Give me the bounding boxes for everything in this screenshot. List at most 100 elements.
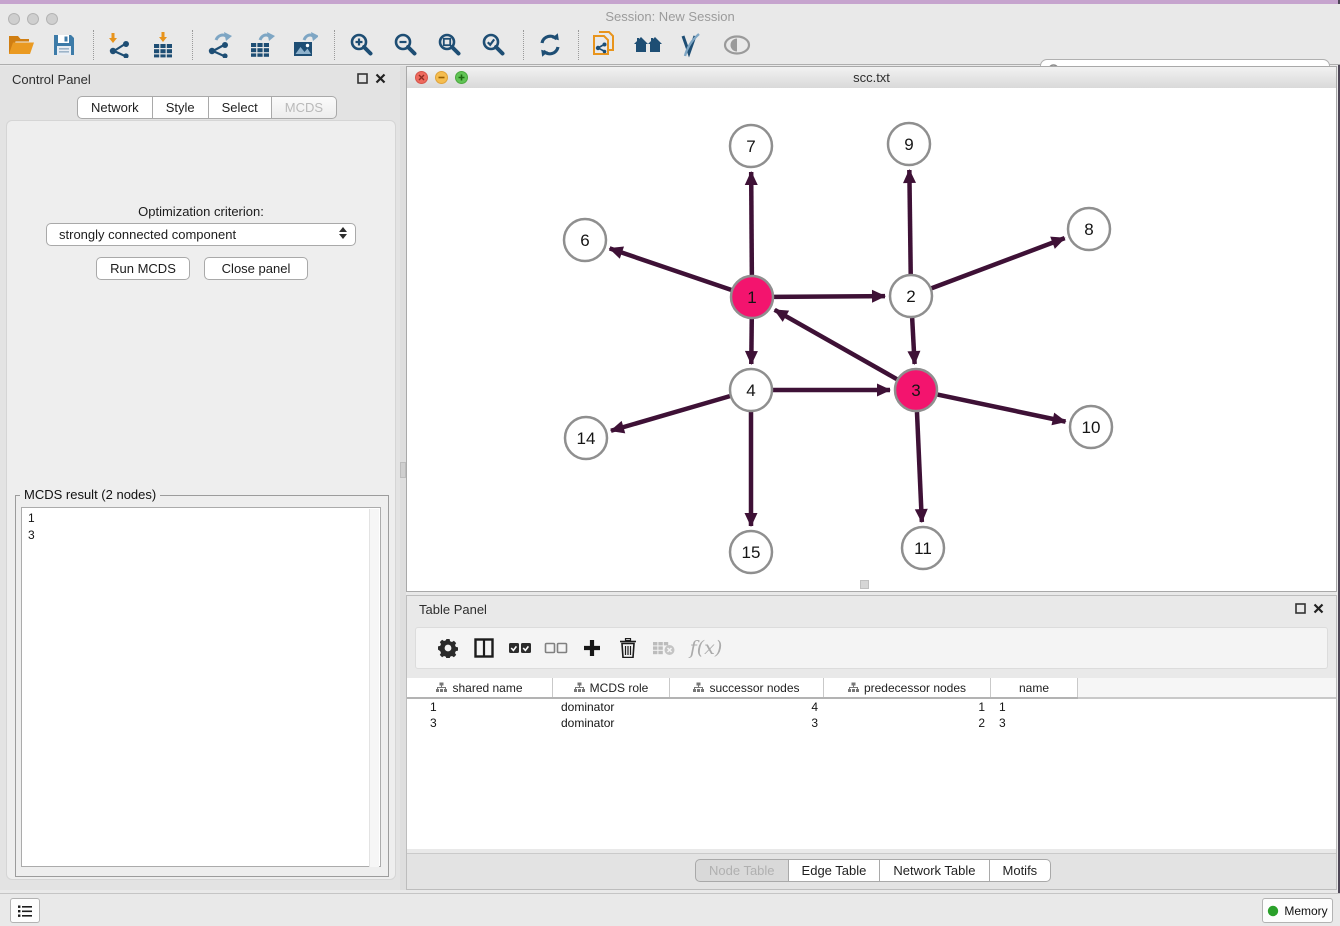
- column-header-name[interactable]: name: [991, 678, 1078, 697]
- show-columns-icon[interactable]: [466, 633, 502, 663]
- graph-node-label-6: 6: [580, 231, 589, 250]
- select-all-columns-icon[interactable]: [502, 633, 538, 663]
- cell-name[interactable]: 1: [991, 699, 1078, 715]
- application-window: Session: New Session: [0, 0, 1340, 926]
- graph-edge-4-14[interactable]: [611, 396, 730, 431]
- network-canvas[interactable]: 7968124314101511: [407, 88, 1336, 591]
- table-row[interactable]: 1 dominator 4 1 1: [407, 699, 1336, 715]
- cell-name[interactable]: 3: [991, 715, 1078, 731]
- tab-edge-table[interactable]: Edge Table: [789, 859, 881, 882]
- graph-node-label-8: 8: [1084, 220, 1093, 239]
- graph-edge-1-2[interactable]: [774, 296, 885, 297]
- criterion-select[interactable]: strongly connected component: [46, 223, 356, 246]
- graph-node-label-2: 2: [906, 287, 915, 306]
- zoom-in-icon[interactable]: [345, 27, 379, 63]
- tab-select[interactable]: Select: [209, 96, 272, 119]
- close-table-panel-icon[interactable]: [1313, 603, 1324, 614]
- cell-shared-name[interactable]: 3: [407, 715, 553, 731]
- function-builder-icon[interactable]: f(x): [682, 633, 730, 663]
- delete-column-icon[interactable]: [610, 633, 646, 663]
- table-row[interactable]: 3 dominator 3 2 3: [407, 715, 1336, 731]
- zoom-selected-icon[interactable]: [477, 27, 511, 63]
- network-documents-icon[interactable]: [587, 27, 621, 63]
- tab-network[interactable]: Network: [77, 96, 153, 119]
- cell-predecessor-nodes[interactable]: 1: [824, 699, 991, 715]
- graph-node-label-9: 9: [904, 135, 913, 154]
- result-line: 1: [28, 510, 380, 527]
- vizmap-icon[interactable]: [674, 27, 708, 63]
- graph-edge-1-7[interactable]: [751, 172, 752, 275]
- show-graphics-details-icon[interactable]: [720, 27, 754, 63]
- graph-edge-3-1[interactable]: [775, 310, 897, 379]
- graph-edge-3-10[interactable]: [938, 395, 1066, 422]
- graph-node-label-11: 11: [914, 539, 932, 558]
- column-header-successor-nodes[interactable]: successor nodes: [670, 678, 824, 697]
- tab-style[interactable]: Style: [153, 96, 209, 119]
- export-network-icon[interactable]: [202, 27, 236, 63]
- cell-successor-nodes[interactable]: 3: [670, 715, 824, 731]
- column-header-mcds-role[interactable]: MCDS role: [553, 678, 670, 697]
- table-panel: Table Panel: [406, 595, 1337, 890]
- graph-edge-2-8[interactable]: [932, 238, 1065, 288]
- graph-edge-2-9[interactable]: [909, 170, 910, 274]
- zoom-out-icon[interactable]: [389, 27, 423, 63]
- attribute-icon: [436, 682, 447, 693]
- network-window-titlebar[interactable]: scc.txt: [407, 67, 1336, 89]
- table-tab-strip: Node Table Edge Table Network Table Moti…: [407, 853, 1336, 889]
- graph-node-label-14: 14: [577, 429, 596, 448]
- tab-motifs[interactable]: Motifs: [990, 859, 1052, 882]
- run-mcds-button[interactable]: Run MCDS: [96, 257, 190, 280]
- close-panel-button[interactable]: Close panel: [204, 257, 308, 280]
- cyndex-houses-icon[interactable]: [632, 27, 666, 63]
- table-settings-gear-icon[interactable]: [430, 633, 466, 663]
- tab-mcds[interactable]: MCDS: [272, 96, 337, 119]
- network-scrollbar-grip[interactable]: [860, 580, 869, 589]
- cell-successor-nodes[interactable]: 4: [670, 699, 824, 715]
- column-header-predecessor-nodes[interactable]: predecessor nodes: [824, 678, 991, 697]
- float-panel-icon[interactable]: [357, 73, 368, 84]
- open-session-icon[interactable]: [4, 27, 38, 63]
- mcds-result-textarea[interactable]: 1 3: [21, 507, 381, 867]
- cell-mcds-role[interactable]: dominator: [553, 699, 670, 715]
- memory-label: Memory: [1284, 904, 1327, 918]
- save-session-icon[interactable]: [47, 27, 81, 63]
- tab-node-table[interactable]: Node Table: [695, 859, 789, 882]
- export-image-icon[interactable]: [287, 27, 321, 63]
- toolbar-separator: [192, 30, 193, 60]
- cell-predecessor-nodes[interactable]: 2: [824, 715, 991, 731]
- graph-node-label-15: 15: [742, 543, 761, 562]
- network-view-window: scc.txt 7968124314101511: [406, 66, 1337, 592]
- unselect-all-columns-icon[interactable]: [538, 633, 574, 663]
- toolbar-separator: [334, 30, 335, 60]
- close-panel-icon[interactable]: [375, 73, 386, 84]
- import-table-icon[interactable]: [146, 27, 180, 63]
- tab-network-table[interactable]: Network Table: [880, 859, 989, 882]
- float-table-panel-icon[interactable]: [1295, 603, 1306, 614]
- task-history-button[interactable]: [10, 898, 40, 923]
- column-header-shared-name[interactable]: shared name: [407, 678, 553, 697]
- criterion-value: strongly connected component: [59, 227, 236, 242]
- graph-edge-2-3[interactable]: [912, 318, 914, 364]
- mcds-panel-body: Optimization criterion: strongly connect…: [6, 120, 396, 880]
- result-line: 3: [28, 527, 380, 544]
- export-table-icon[interactable]: [244, 27, 278, 63]
- cell-shared-name[interactable]: 1: [407, 699, 553, 715]
- mcds-result-title: MCDS result (2 nodes): [20, 487, 160, 502]
- select-stepper-icon: [339, 227, 347, 239]
- graph-node-label-4: 4: [746, 381, 755, 400]
- zoom-fit-icon[interactable]: [433, 27, 467, 63]
- network-graph: 7968124314101511: [407, 88, 1336, 591]
- add-column-icon[interactable]: [574, 633, 610, 663]
- delete-table-icon[interactable]: [646, 633, 682, 663]
- graph-edge-1-6[interactable]: [610, 248, 732, 289]
- os-titlebar[interactable]: Session: New Session: [0, 4, 1340, 26]
- import-network-icon[interactable]: [102, 27, 136, 63]
- memory-button[interactable]: Memory: [1262, 898, 1333, 923]
- apply-layout-icon[interactable]: [533, 27, 567, 63]
- status-bar: Memory: [0, 893, 1340, 926]
- toolbar-separator: [93, 30, 94, 60]
- result-scrollbar[interactable]: [369, 509, 379, 867]
- main-toolbar: [0, 26, 1340, 65]
- cell-mcds-role[interactable]: dominator: [553, 715, 670, 731]
- graph-edge-3-11[interactable]: [917, 412, 922, 522]
